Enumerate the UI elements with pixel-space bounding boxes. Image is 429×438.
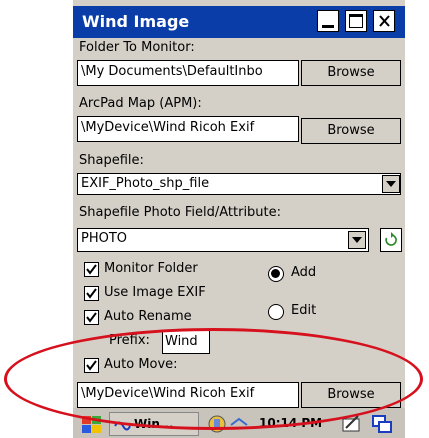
close-icon	[379, 15, 390, 27]
arcpad-map-label: ArcPad Map (APM):	[79, 96, 202, 111]
photo-field-dropdown-button[interactable]	[348, 231, 366, 249]
auto-move-label: Auto Move:	[104, 357, 178, 372]
chevron-down-icon	[386, 181, 396, 187]
photo-field-dropdown[interactable]: PHOTO	[77, 228, 369, 252]
auto-rename-checkbox[interactable]	[84, 310, 99, 325]
browse-move-button[interactable]: Browse	[301, 382, 401, 408]
checkmark-icon	[86, 312, 97, 323]
shapefile-value: EXIF_Photo_shp_file	[81, 176, 210, 191]
connection-icon[interactable]	[229, 413, 249, 435]
wind-app-icon	[114, 421, 131, 431]
monitor-folder-checkbox[interactable]	[84, 262, 99, 277]
window-title: Wind Image	[82, 12, 190, 31]
auto-move-checkbox[interactable]	[84, 358, 99, 373]
input-panel-icon[interactable]	[341, 413, 363, 435]
taskbar-app-label: Win...	[134, 417, 174, 431]
refresh-icon	[385, 232, 397, 246]
checkmark-icon	[86, 264, 97, 275]
shapefile-dropdown[interactable]: EXIF_Photo_shp_file	[77, 173, 401, 195]
browse-map-button[interactable]: Browse	[301, 118, 401, 144]
title-bar: Wind Image	[73, 6, 405, 38]
windows-switch-icon[interactable]	[371, 413, 393, 435]
folder-to-monitor-label: Folder To Monitor:	[79, 40, 195, 55]
taskbar: Win... 10:14 PM	[73, 408, 405, 438]
shapefile-label: Shapefile:	[79, 153, 144, 168]
wind-image-window: Wind Image Folder To Monitor: \My Docume…	[73, 0, 405, 438]
chevron-down-icon	[352, 237, 362, 243]
maximize-button[interactable]	[345, 10, 367, 32]
checkmark-icon	[86, 288, 97, 299]
edit-radio[interactable]	[268, 304, 284, 320]
prefix-label: Prefix:	[109, 333, 150, 348]
prefix-input[interactable]: Wind	[162, 330, 210, 354]
close-button[interactable]	[373, 10, 395, 32]
refresh-fields-button[interactable]	[380, 228, 402, 252]
edit-radio-label: Edit	[291, 303, 317, 318]
network-icon[interactable]	[206, 413, 228, 435]
arcpad-map-input[interactable]: \MyDevice\Wind Ricoh Exif	[77, 116, 299, 142]
taskbar-clock[interactable]: 10:14 PM	[259, 416, 322, 430]
radio-selected-dot	[271, 269, 280, 278]
auto-rename-label: Auto Rename	[104, 309, 192, 324]
checkmark-icon	[86, 360, 97, 371]
minimize-icon	[322, 25, 334, 28]
monitor-folder-label: Monitor Folder	[104, 261, 198, 276]
use-image-exif-checkbox[interactable]	[84, 286, 99, 301]
photo-field-value: PHOTO	[81, 231, 128, 246]
move-destination-input[interactable]: \MyDevice\Wind Ricoh Exif	[77, 382, 299, 408]
taskbar-app-button[interactable]: Win...	[109, 412, 199, 436]
photo-field-label: Shapefile Photo Field/Attribute:	[79, 205, 282, 220]
shapefile-dropdown-button[interactable]	[382, 175, 400, 193]
minimize-button[interactable]	[317, 10, 339, 32]
use-image-exif-label: Use Image EXIF	[104, 285, 206, 300]
folder-to-monitor-input[interactable]: \My Documents\DefaultInbo	[77, 60, 299, 86]
browse-folder-button[interactable]: Browse	[301, 60, 401, 86]
add-radio[interactable]	[268, 266, 284, 282]
maximize-icon	[349, 14, 363, 28]
start-windows-icon[interactable]	[81, 414, 103, 436]
add-radio-label: Add	[291, 265, 317, 280]
